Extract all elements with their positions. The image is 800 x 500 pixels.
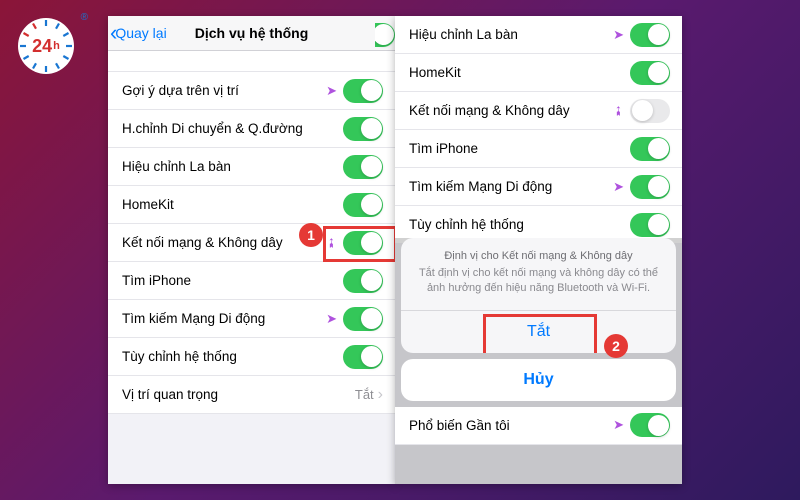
toggle-switch[interactable] [343, 79, 383, 103]
row-label: Tùy chỉnh hệ thống [409, 217, 630, 232]
table-row[interactable]: Tìm iPhone [108, 262, 395, 300]
action-sheet: Định vị cho Kết nối mạng & Không dây Tắt… [395, 238, 682, 484]
row-label: Tìm iPhone [409, 141, 630, 156]
back-button[interactable]: ‹ Quay lại [108, 22, 167, 44]
sheet-title: Định vị cho Kết nối mạng & Không dây [415, 250, 662, 262]
nav-header: ‹ Quay lại Dịch vụ hệ thống [108, 16, 395, 51]
row-label: Tùy chỉnh hệ thống [122, 349, 343, 364]
table-row-networking[interactable]: Kết nối mạng & Không dây ➹ [395, 92, 682, 130]
back-label: Quay lại [115, 25, 166, 41]
toggle-switch[interactable] [630, 23, 670, 47]
table-row[interactable]: Phổ biến Gần tôi ➤ [395, 407, 682, 445]
row-label: Phổ biến Gần tôi [409, 418, 613, 433]
row-label: HomeKit [409, 65, 630, 80]
registered-mark: ® [81, 12, 88, 23]
row-label: H.chỉnh Di chuyển & Q.đường [122, 121, 343, 136]
toggle-switch[interactable] [630, 175, 670, 199]
table-row[interactable]: Địa điểm sử dụng Apple Pay [108, 51, 395, 72]
toggle-switch[interactable] [630, 213, 670, 237]
row-label: Tìm kiếm Mạng Di động [122, 311, 326, 326]
sheet-message: Định vị cho Kết nối mạng & Không dây Tắt… [401, 238, 676, 310]
row-value: Tắt [355, 387, 374, 402]
sheet-turn-off-button[interactable]: Tắt [401, 310, 676, 353]
row-label: Kết nối mạng & Không dây [409, 103, 613, 118]
table-row[interactable]: HomeKit [395, 54, 682, 92]
annotation-badge-1: 1 [299, 223, 323, 247]
settings-list: Hiệu chỉnh La bàn ➤ HomeKit Kết nối mạng… [395, 16, 682, 243]
table-row[interactable]: Tìm kiếm Mạng Di động ➤ [395, 168, 682, 206]
row-label: Gợi ý dựa trên vị trí [122, 83, 326, 98]
table-row[interactable]: H.chỉnh Di chuyển & Q.đường [108, 110, 395, 148]
table-row[interactable]: Hiệu chỉnh La bàn [108, 148, 395, 186]
location-icon: ➤ [326, 311, 337, 327]
settings-list: Gợi ý dựa trên vị trí ➤ H.chỉnh Di chuyể… [108, 72, 395, 414]
toggle-switch[interactable] [343, 231, 383, 255]
table-row-networking[interactable]: Kết nối mạng & Không dây ➹ [108, 224, 395, 262]
row-label: Hiệu chỉnh La bàn [409, 27, 613, 42]
chevron-right-icon: › [378, 386, 383, 404]
toggle-switch[interactable] [343, 307, 383, 331]
sheet-description: Tắt định vị cho kết nối mạng và không dâ… [415, 266, 662, 296]
location-icon: ➤ [326, 83, 337, 99]
toggle-switch[interactable] [343, 117, 383, 141]
table-row[interactable]: Tìm kiếm Mạng Di động ➤ [108, 300, 395, 338]
table-row[interactable]: Vị trí quan trọng Tắt › [108, 376, 395, 414]
table-row[interactable]: Tùy chỉnh hệ thống [108, 338, 395, 376]
table-row[interactable]: HomeKit [108, 186, 395, 224]
toggle-switch[interactable] [343, 155, 383, 179]
location-icon: ➤ [613, 179, 624, 195]
row-label: Hiệu chỉnh La bàn [122, 159, 343, 174]
toggle-switch[interactable] [343, 193, 383, 217]
location-icon: ➤ [613, 417, 624, 433]
row-label: Kết nối mạng & Không dây [122, 235, 326, 250]
settings-screen-left: ‹ Quay lại Dịch vụ hệ thống Địa điểm sử … [108, 16, 395, 484]
annotation-badge-2: 2 [604, 334, 628, 358]
table-row[interactable]: Gợi ý dựa trên vị trí ➤ [108, 72, 395, 110]
row-label: Tìm iPhone [122, 273, 343, 288]
row-label: Tìm kiếm Mạng Di động [409, 179, 613, 194]
sheet-cancel-label: Hủy [523, 371, 553, 388]
toggle-switch[interactable] [630, 61, 670, 85]
sheet-action-label: Tắt [527, 323, 550, 340]
toggle-switch[interactable] [343, 269, 383, 293]
toggle-switch[interactable] [343, 345, 383, 369]
settings-screen-right: Hiệu chỉnh La bàn ➤ HomeKit Kết nối mạng… [395, 16, 682, 484]
toggle-switch[interactable] [630, 137, 670, 161]
row-label: Vị trí quan trọng [122, 387, 355, 402]
sheet-cancel-button[interactable]: Hủy [401, 359, 676, 401]
logo-24h: 24h ® [18, 18, 74, 74]
location-icon: ➤ [613, 27, 624, 43]
toggle-switch[interactable] [630, 413, 670, 437]
table-row[interactable]: Tìm iPhone [395, 130, 682, 168]
table-row[interactable]: Hiệu chỉnh La bàn ➤ [395, 16, 682, 54]
toggle-switch[interactable] [630, 99, 670, 123]
row-label: HomeKit [122, 197, 343, 212]
